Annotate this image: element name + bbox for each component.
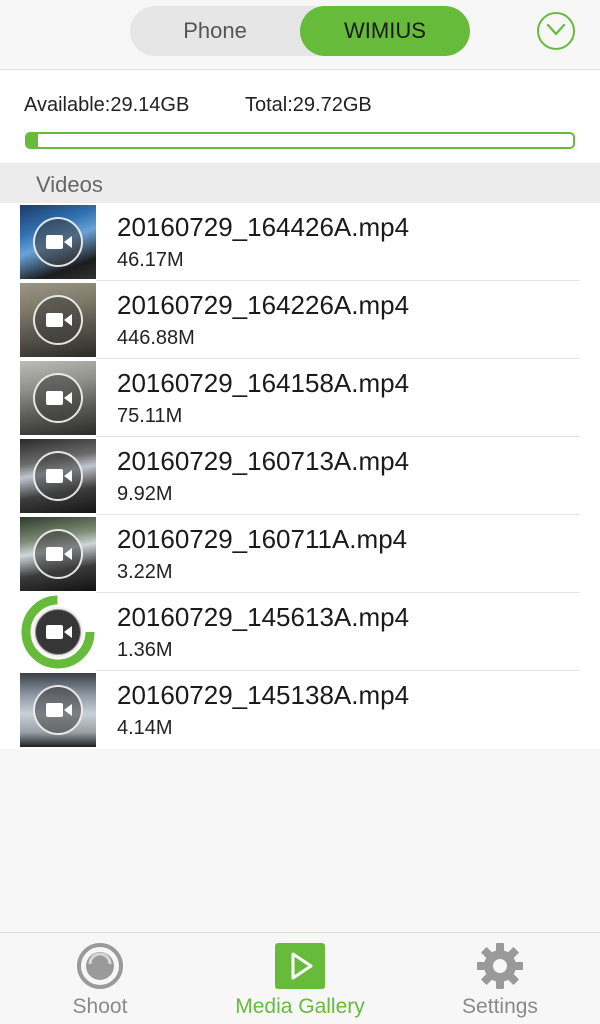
nav-label-shoot: Shoot bbox=[72, 995, 128, 1018]
file-size: 3.22M bbox=[117, 561, 173, 583]
video-camera-icon bbox=[33, 607, 83, 657]
top-bar: Phone WIMIUS bbox=[0, 0, 600, 70]
nav-label-settings: Settings bbox=[462, 995, 538, 1018]
gear-icon bbox=[477, 943, 523, 989]
video-thumbnail bbox=[20, 595, 96, 669]
video-thumbnail bbox=[20, 283, 96, 357]
list-item[interactable]: 20160729_164226A.mp4 446.88M bbox=[0, 281, 600, 359]
video-thumbnail bbox=[20, 361, 96, 435]
play-icon bbox=[275, 943, 325, 989]
file-size: 9.92M bbox=[117, 483, 173, 505]
file-size: 75.11M bbox=[117, 405, 183, 427]
check-circle-icon[interactable] bbox=[537, 12, 575, 50]
list-item[interactable]: 20160729_160711A.mp4 3.22M bbox=[0, 515, 600, 593]
file-name: 20160729_160713A.mp4 bbox=[117, 446, 410, 476]
video-thumbnail bbox=[20, 517, 96, 591]
section-header: Videos bbox=[0, 163, 600, 203]
list-item[interactable]: 20160729_160713A.mp4 9.92M bbox=[0, 437, 600, 515]
video-camera-icon bbox=[33, 451, 83, 501]
nav-settings[interactable]: Settings bbox=[400, 933, 600, 1024]
storage-progress-bar bbox=[25, 132, 575, 149]
file-name: 20160729_145138A.mp4 bbox=[117, 680, 410, 710]
list-item[interactable]: 20160729_164426A.mp4 46.17M bbox=[0, 203, 600, 281]
available-space: Available:29.14GB bbox=[24, 94, 190, 116]
nav-media-gallery[interactable]: Media Gallery bbox=[200, 933, 400, 1024]
video-camera-icon bbox=[33, 373, 83, 423]
source-segmented-control: Phone WIMIUS bbox=[130, 6, 470, 56]
file-size: 4.14M bbox=[117, 717, 173, 739]
section-title: Videos bbox=[36, 172, 103, 197]
nav-shoot[interactable]: Shoot bbox=[0, 933, 200, 1024]
video-camera-icon bbox=[33, 295, 83, 345]
file-size: 446.88M bbox=[117, 327, 195, 349]
video-camera-icon bbox=[33, 685, 83, 735]
video-thumbnail bbox=[20, 439, 96, 513]
list-item[interactable]: 20160729_164158A.mp4 75.11M bbox=[0, 359, 600, 437]
video-thumbnail bbox=[20, 205, 96, 279]
tab-phone[interactable]: Phone bbox=[130, 6, 300, 56]
storage-panel: Available:29.14GB Total:29.72GB bbox=[0, 71, 600, 163]
storage-progress-fill bbox=[27, 134, 38, 147]
total-space: Total:29.72GB bbox=[245, 94, 372, 116]
file-name: 20160729_145613A.mp4 bbox=[117, 602, 410, 632]
list-item[interactable]: 20160729_145138A.mp4 4.14M bbox=[0, 671, 600, 749]
file-name: 20160729_164158A.mp4 bbox=[117, 368, 410, 398]
video-camera-icon bbox=[33, 217, 83, 267]
list-item[interactable]: 20160729_145613A.mp4 1.36M bbox=[0, 593, 600, 671]
video-thumbnail bbox=[20, 673, 96, 747]
shutter-icon bbox=[77, 943, 123, 989]
file-size: 1.36M bbox=[117, 639, 173, 661]
file-name: 20160729_164226A.mp4 bbox=[117, 290, 410, 320]
bottom-navigation: Shoot Media Gallery Settings bbox=[0, 932, 600, 1024]
tab-wimius[interactable]: WIMIUS bbox=[300, 6, 470, 56]
nav-label-media-gallery: Media Gallery bbox=[235, 995, 365, 1018]
file-name: 20160729_164426A.mp4 bbox=[117, 212, 410, 242]
file-size: 46.17M bbox=[117, 249, 184, 271]
video-camera-icon bbox=[33, 529, 83, 579]
file-name: 20160729_160711A.mp4 bbox=[117, 524, 408, 554]
video-list: 20160729_164426A.mp4 46.17M 20160729_164… bbox=[0, 203, 600, 749]
